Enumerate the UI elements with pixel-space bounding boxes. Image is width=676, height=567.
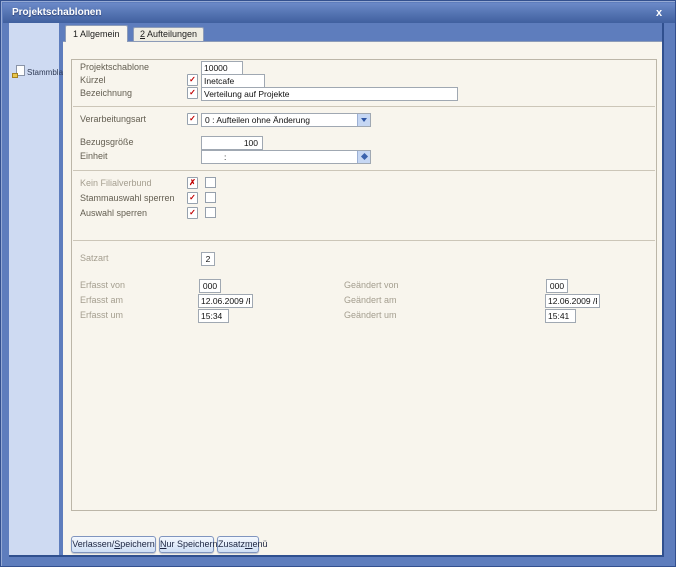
nur-speichern-button[interactable]: Nur Speichern: [159, 536, 218, 553]
stammblatt-form-icon: [12, 65, 25, 78]
chevron-down-icon: [361, 118, 367, 122]
stammauswahl-sperren-checkbox[interactable]: [205, 192, 216, 203]
geaendert-von-label: Geändert von: [344, 280, 399, 290]
verarbeitungsart-select[interactable]: 0 : Aufteilen ohne Änderung: [201, 113, 371, 127]
tab-allgemein[interactable]: 1 Allgemein: [65, 25, 128, 42]
window-body: Stammblatt 1 Allgemein 2 Aufteilungen Pr…: [9, 23, 664, 557]
kuerzel-label: Kürzel: [80, 75, 106, 85]
geaendert-um-value: [545, 309, 576, 323]
verarbeitungsart-label: Verarbeitungsart: [80, 114, 147, 124]
sidebar: Stammblatt: [9, 23, 67, 555]
geaendert-am-value: [545, 294, 600, 308]
stammauswahl-sperren-flag-check-icon[interactable]: ✓: [187, 192, 198, 204]
satzart-label: Satzart: [80, 253, 109, 263]
form-groupbox: Projektschablone Kürzel ✓ Bezeichnung ✓ …: [71, 59, 657, 511]
sidebar-item-stammblatt[interactable]: Stammblatt: [12, 65, 67, 79]
kuerzel-input[interactable]: [201, 74, 265, 88]
stammauswahl-sperren-label: Stammauswahl sperren: [80, 193, 175, 203]
dropdown-button[interactable]: [357, 114, 370, 126]
section-divider: [73, 240, 655, 241]
projektschablone-label: Projektschablone: [80, 62, 150, 72]
verarbeitungsart-value: 0 : Aufteilen ohne Änderung: [205, 115, 310, 125]
kein-filialverbund-label: Kein Filialverbund: [80, 178, 152, 188]
satzart-value-box: [201, 252, 215, 266]
section-divider: [73, 106, 655, 107]
erfasst-um-value: [198, 309, 229, 323]
verarbeitungsart-flag-check-icon[interactable]: ✓: [187, 113, 198, 125]
auswahl-sperren-flag-check-icon[interactable]: ✓: [187, 207, 198, 219]
close-icon[interactable]: x: [652, 3, 666, 23]
auswahl-sperren-checkbox[interactable]: [205, 207, 216, 218]
lookup-diamond-icon: [360, 152, 369, 161]
sidebar-item-label: Stammblatt: [27, 68, 68, 77]
erfasst-am-label: Erfasst am: [80, 295, 124, 305]
bezeichnung-input[interactable]: [201, 87, 458, 101]
zusatzmenu-button[interactable]: Zusatzmenü: [217, 536, 268, 553]
einheit-value: :: [224, 152, 227, 162]
bezeichnung-flag-check-icon[interactable]: ✓: [187, 87, 198, 99]
geaendert-von-value: [546, 279, 568, 293]
einheit-field[interactable]: :: [201, 150, 371, 164]
erfasst-von-value: [199, 279, 221, 293]
kein-filialverbund-flag-x-icon[interactable]: ✗: [187, 177, 198, 189]
geaendert-um-label: Geändert um: [344, 310, 397, 320]
section-divider: [73, 170, 655, 171]
einheit-lookup-button[interactable]: [357, 151, 370, 163]
projektschablonen-window: Projektschablonen x Stammblatt 1 Allgeme…: [0, 0, 676, 567]
window-title: Projektschablonen: [12, 7, 102, 18]
tab-aufteilungen[interactable]: 2 Aufteilungen: [133, 27, 205, 42]
kein-filialverbund-checkbox[interactable]: [205, 177, 216, 188]
erfasst-von-label: Erfasst von: [80, 280, 126, 290]
titlebar: Projektschablonen x: [3, 3, 675, 23]
projektschablone-input[interactable]: [201, 61, 243, 75]
bezeichnung-label: Bezeichnung: [80, 88, 133, 98]
einheit-label: Einheit: [80, 151, 108, 161]
tab-page-allgemein: Projektschablone Kürzel ✓ Bezeichnung ✓ …: [63, 41, 662, 555]
bezugsgroesse-input[interactable]: [201, 136, 263, 150]
verlassen-speichern-button[interactable]: Verlassen/Speichern: [71, 536, 156, 553]
geaendert-am-label: Geändert am: [344, 295, 397, 305]
erfasst-am-value: [198, 294, 253, 308]
erfasst-um-label: Erfasst um: [80, 310, 124, 320]
auswahl-sperren-label: Auswahl sperren: [80, 208, 148, 218]
bezugsgroesse-label: Bezugsgröße: [80, 137, 134, 147]
kuerzel-flag-check-icon[interactable]: ✓: [187, 74, 198, 86]
